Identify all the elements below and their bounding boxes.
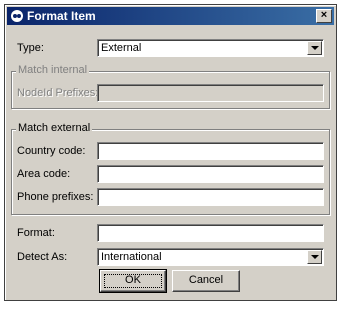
area-code-label: Area code: (17, 168, 71, 180)
type-label: Type: (17, 42, 44, 54)
close-icon: × (320, 9, 328, 21)
format-icon (11, 10, 23, 22)
window-title: Format Item (27, 9, 96, 23)
phone-prefixes-field[interactable] (97, 188, 324, 206)
title-bar[interactable]: Format Item × (7, 7, 334, 25)
cancel-button[interactable]: Cancel (172, 270, 240, 292)
match-external-legend: Match external (16, 122, 93, 134)
match-internal-legend: Match internal (16, 64, 90, 76)
chevron-down-icon[interactable] (307, 250, 322, 264)
phone-prefixes-label: Phone prefixes: (17, 191, 94, 203)
country-code-field[interactable] (97, 142, 324, 160)
detect-as-label: Detect As: (17, 251, 68, 263)
focus-rectangle (104, 274, 162, 288)
ok-button[interactable]: OK (99, 269, 167, 293)
nodeid-prefixes-label: NodeId Prefixes: (17, 87, 99, 99)
format-field[interactable] (97, 224, 324, 242)
country-code-label: Country code: (17, 145, 86, 157)
close-button[interactable]: × (316, 9, 332, 23)
format-label: Format: (17, 227, 55, 239)
area-code-field[interactable] (97, 165, 324, 183)
chevron-down-icon[interactable] (307, 41, 322, 55)
type-select[interactable]: External (97, 39, 324, 57)
nodeid-prefixes-field (97, 84, 324, 102)
format-item-dialog: Format Item × Type: External Match inter… (4, 4, 337, 301)
detect-as-select[interactable]: International (97, 248, 324, 266)
type-select-value: External (101, 42, 142, 54)
detect-as-value: International (101, 251, 162, 263)
